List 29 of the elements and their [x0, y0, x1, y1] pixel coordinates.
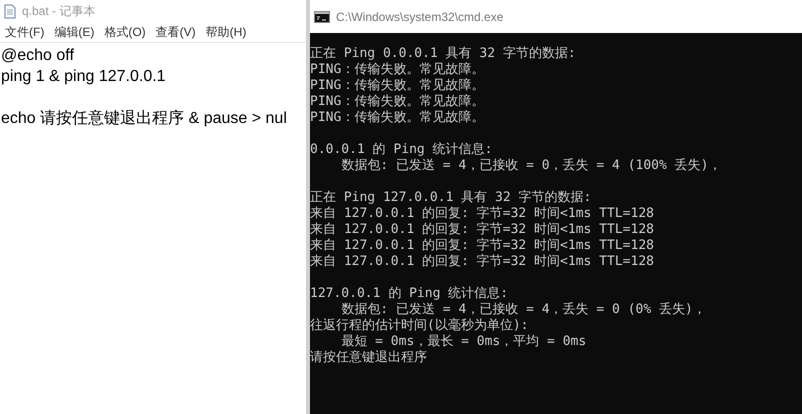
window-title: q.bat - 记事本: [22, 2, 96, 20]
console-line: 来自 127.0.0.1 的回复: 字节=32 时间<1ms TTL=128: [310, 222, 655, 238]
console-line: PING：传输失败。常见故障。: [310, 110, 486, 126]
console-line: 数据包: 已发送 = 4，已接收 = 4，丢失 = 0 (0% 丢失)，: [340, 302, 707, 318]
menu-item[interactable]: 格式(O): [101, 23, 153, 41]
console-line: 正在 Ping 127.0.0.1 具有 32 字节的数据:: [310, 190, 592, 206]
console-line: PING：传输失败。常见故障。: [310, 78, 486, 94]
console-icon: [314, 10, 330, 22]
console-line: 来自 127.0.0.1 的回复: 字节=32 时间<1ms TTL=128: [310, 238, 655, 254]
console-line: PING：传输失败。常见故障。: [310, 62, 486, 78]
console-line: 来自 127.0.0.1 的回复: 字节=32 时间<1ms TTL=128: [310, 206, 655, 222]
console-line: 往返行程的估计时间(以毫秒为单位):: [310, 318, 530, 334]
console-line: 正在 Ping 0.0.0.1 具有 32 字节的数据:: [310, 46, 577, 62]
menu-item[interactable]: 编辑(E): [51, 23, 102, 41]
menu-item[interactable]: 文件(F): [2, 23, 52, 41]
code-line: ping 1 & ping 127.0.0.1: [1, 67, 167, 87]
menu-item[interactable]: 帮助(H): [202, 23, 254, 41]
console-line: 0.0.0.1 的 Ping 统计信息:: [310, 142, 494, 158]
console-line: 最短 = 0ms，最长 = 0ms，平均 = 0ms: [340, 334, 588, 350]
code-line: echo 请按任意键退出程序 & pause > nul: [1, 108, 288, 129]
menu-item[interactable]: 查看(V): [152, 23, 203, 41]
code-line: @echo off: [1, 46, 75, 66]
file-icon: [4, 4, 16, 18]
console-line: 来自 127.0.0.1 的回复: 字节=32 时间<1ms TTL=128: [310, 254, 655, 270]
window-title: C:\Windows\system32\cmd.exe: [336, 10, 504, 24]
console-line: PING：传输失败。常见故障。: [310, 94, 486, 110]
console-line: 数据包: 已发送 = 4，已接收 = 0，丢失 = 4 (100% 丢失)，: [340, 158, 722, 174]
console-line: 请按任意键退出程序: [310, 350, 428, 366]
console-line: 127.0.0.1 的 Ping 统计信息:: [310, 286, 510, 302]
